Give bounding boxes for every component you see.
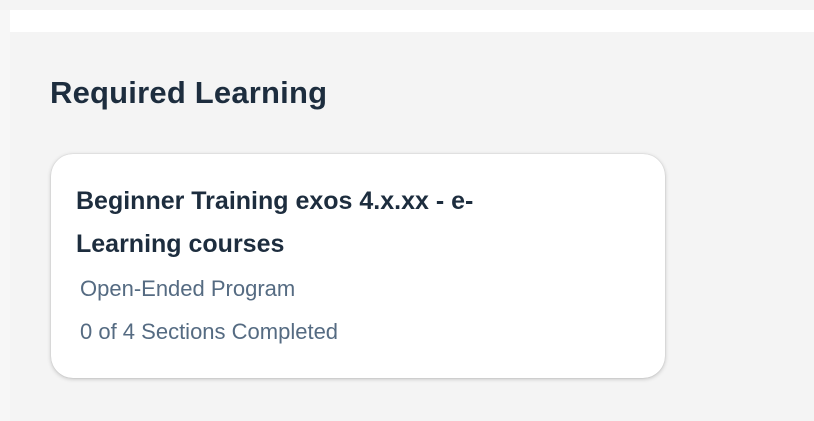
program-title[interactable]: Beginner Training exos 4.x.xx - e-Learni…	[76, 180, 546, 266]
learning-program-card[interactable]: Beginner Training exos 4.x.xx - e-Learni…	[51, 154, 665, 378]
left-edge	[0, 10, 10, 421]
top-strip	[0, 0, 814, 10]
section-title: Required Learning	[50, 75, 328, 110]
header-bar	[10, 10, 814, 32]
program-type: Open-Ended Program	[80, 276, 296, 301]
program-progress: 0 of 4 Sections Completed	[80, 319, 339, 344]
